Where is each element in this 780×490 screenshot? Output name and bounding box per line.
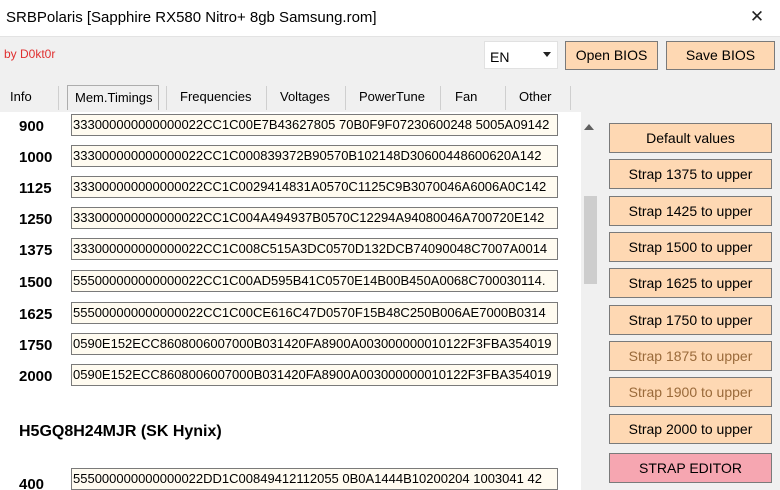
strap-1500-button[interactable]: Strap 1500 to upper (609, 232, 772, 262)
tab-separator (505, 86, 506, 110)
strap-field[interactable]: 555000000000000022DD1C00849412112055 0B0… (71, 468, 558, 490)
tab-separator (166, 86, 167, 110)
freq-label: 900 (19, 118, 45, 135)
tab-separator (440, 86, 441, 110)
freq-label: 1125 (19, 180, 52, 197)
tab-powertune[interactable]: PowerTune (359, 82, 425, 112)
freq-label: 1375 (19, 242, 53, 259)
author-label: by D0kt0r (4, 47, 56, 61)
chevron-down-icon (543, 52, 551, 57)
tab-voltages[interactable]: Voltages (280, 82, 330, 112)
strap-1425-button[interactable]: Strap 1425 to upper (609, 196, 772, 226)
memory-section-heading: H5GQ8H24MJR (SK Hynix) (19, 423, 222, 440)
freq-label: 1250 (19, 211, 53, 228)
tab-frequencies[interactable]: Frequencies (180, 82, 252, 112)
timings-panel: 900 333000000000000022CC1C00E7B43627805 … (0, 112, 600, 490)
title-bar: SRBPolaris [Sapphire RX580 Nitro+ 8gb Sa… (0, 0, 780, 37)
freq-label: 1625 (19, 306, 53, 323)
tab-separator (58, 86, 59, 110)
scroll-up-arrow-icon[interactable] (584, 124, 594, 130)
scroll-thumb[interactable] (584, 196, 597, 284)
strap-field[interactable]: 333000000000000022CC1C004A494937B0570C12… (71, 207, 558, 229)
tab-separator (345, 86, 346, 110)
tab-mem-timings[interactable]: Mem.Timings (67, 85, 159, 110)
strap-field[interactable]: 555000000000000022CC1C00CE616C47D0570F15… (71, 302, 558, 324)
tab-fan[interactable]: Fan (455, 82, 477, 112)
strap-field[interactable]: 333000000000000022CC1C008C515A3DC0570D13… (71, 238, 558, 260)
window-title: SRBPolaris [Sapphire RX580 Nitro+ 8gb Sa… (6, 9, 377, 26)
freq-label: 400 (19, 476, 45, 490)
save-bios-button[interactable]: Save BIOS (666, 41, 775, 70)
language-value: EN (490, 49, 510, 65)
default-values-button[interactable]: Default values (609, 123, 772, 153)
language-select[interactable]: EN (484, 41, 558, 69)
strap-1750-button[interactable]: Strap 1750 to upper (609, 305, 772, 335)
freq-label: 1750 (19, 337, 53, 354)
close-icon[interactable]: ✕ (734, 0, 780, 36)
strap-1900-button[interactable]: Strap 1900 to upper (609, 377, 772, 407)
strap-1625-button[interactable]: Strap 1625 to upper (609, 268, 772, 298)
tab-bar: Info Mem.Timings Frequencies Voltages Po… (0, 82, 780, 112)
open-bios-button[interactable]: Open BIOS (565, 41, 658, 70)
freq-label: 1500 (19, 274, 53, 291)
strap-field[interactable]: 333000000000000022CC1C000839372B90570B10… (71, 145, 558, 167)
strap-field[interactable]: 333000000000000022CC1C00E7B43627805 70B0… (71, 114, 558, 136)
tab-other[interactable]: Other (519, 82, 552, 112)
vertical-scrollbar[interactable] (581, 112, 600, 490)
strap-editor-button[interactable]: STRAP EDITOR (609, 453, 772, 483)
strap-field[interactable]: 0590E152ECC8608006007000B031420FA8900A00… (71, 333, 558, 355)
freq-label: 1000 (19, 149, 53, 166)
tab-separator (570, 86, 571, 110)
strap-2000-button[interactable]: Strap 2000 to upper (609, 414, 772, 444)
tab-info[interactable]: Info (10, 82, 32, 112)
strap-1375-button[interactable]: Strap 1375 to upper (609, 159, 772, 189)
tab-separator (266, 86, 267, 110)
strap-field[interactable]: 0590E152ECC8608006007000B031420FA8900A00… (71, 364, 558, 386)
strap-field[interactable]: 333000000000000022CC1C0029414831A0570C11… (71, 176, 558, 198)
strap-1875-button[interactable]: Strap 1875 to upper (609, 341, 772, 371)
freq-label: 2000 (19, 368, 53, 385)
strap-field[interactable]: 555000000000000022CC1C00AD595B41C0570E14… (71, 270, 558, 292)
